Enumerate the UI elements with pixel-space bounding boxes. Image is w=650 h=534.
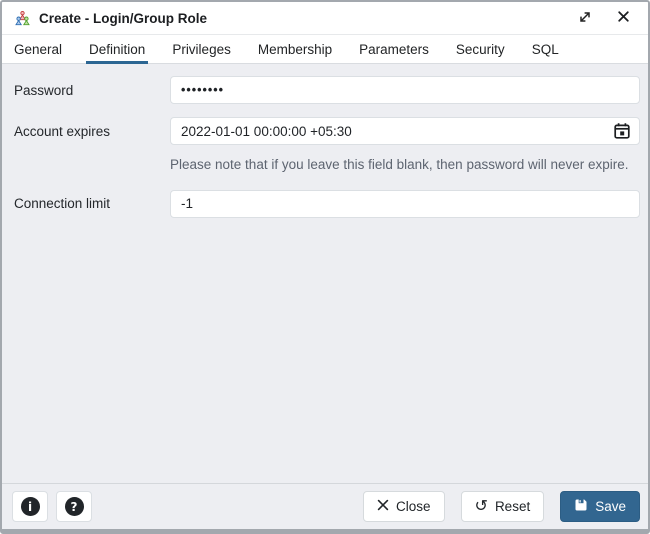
- tab-membership[interactable]: Membership: [258, 35, 332, 63]
- account-expires-row: Account expires: [14, 117, 640, 145]
- password-label: Password: [14, 82, 74, 98]
- tabbar: General Definition Privileges Membership…: [2, 35, 648, 64]
- dialog-title: Create - Login/Group Role: [39, 10, 208, 26]
- account-expires-label: Account expires: [14, 123, 111, 139]
- dialog-help-button[interactable]: ?: [56, 491, 92, 522]
- create-login-group-role-dialog: Create - Login/Group Role General Defini…: [0, 0, 650, 534]
- reset-button[interactable]: ↺ Reset: [460, 491, 545, 522]
- connection-limit-input[interactable]: [170, 189, 640, 218]
- floppy-disk-icon: [574, 498, 588, 515]
- expand-icon: [578, 10, 592, 27]
- close-button-label: Close: [396, 499, 431, 514]
- tab-sql[interactable]: SQL: [532, 35, 559, 63]
- login-group-role-icon: [14, 10, 31, 26]
- close-icon: [617, 10, 630, 26]
- tab-privileges[interactable]: Privileges: [172, 35, 231, 63]
- titlebar: Create - Login/Group Role: [2, 2, 648, 35]
- tab-definition[interactable]: Definition: [86, 35, 149, 64]
- connection-limit-row: Connection limit: [14, 189, 640, 218]
- account-expires-field-wrap: [170, 117, 640, 145]
- sql-help-button[interactable]: i: [12, 491, 48, 522]
- rotate-ccw-icon: ↺: [474, 495, 488, 515]
- tab-parameters[interactable]: Parameters: [359, 35, 429, 63]
- definition-tab-panel: Password Account expires Please note t: [2, 64, 648, 483]
- info-icon: i: [20, 497, 40, 516]
- password-row: Password: [14, 76, 640, 104]
- tab-general[interactable]: General: [14, 35, 62, 63]
- account-expires-help-text: Please note that if you leave this field…: [170, 157, 629, 172]
- connection-limit-label: Connection limit: [14, 196, 111, 212]
- maximize-button[interactable]: [574, 7, 596, 29]
- question-icon: ?: [64, 497, 84, 516]
- dialog-footer: i ? Close ↺ Reset Save: [2, 483, 648, 529]
- footer-actions: Close ↺ Reset Save: [363, 491, 640, 522]
- close-button[interactable]: Close: [363, 491, 445, 522]
- save-button[interactable]: Save: [560, 491, 640, 522]
- password-input[interactable]: [170, 76, 640, 104]
- x-icon: [377, 499, 389, 514]
- reset-button-label: Reset: [494, 499, 531, 514]
- save-button-label: Save: [595, 499, 626, 514]
- account-expires-input[interactable]: [170, 117, 640, 145]
- calendar-icon[interactable]: [612, 121, 632, 141]
- close-window-button[interactable]: [612, 7, 634, 29]
- tab-security[interactable]: Security: [456, 35, 505, 63]
